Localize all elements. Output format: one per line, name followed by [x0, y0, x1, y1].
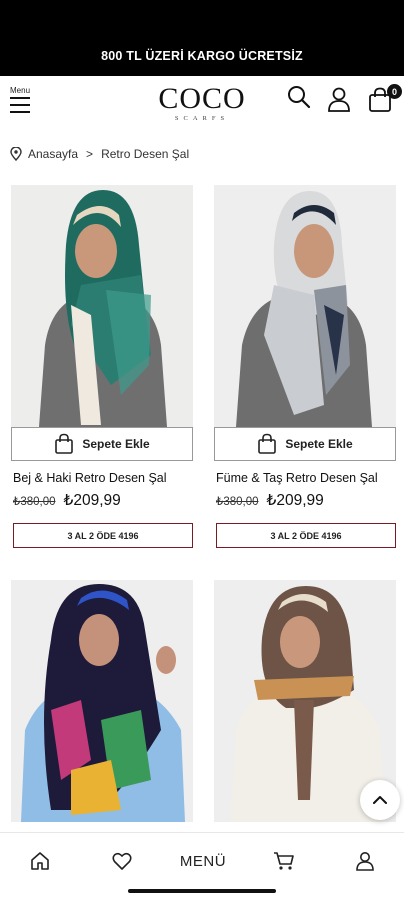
bag-icon: [55, 433, 74, 454]
breadcrumb: Anasayfa > Retro Desen Şal: [10, 147, 189, 161]
product-image[interactable]: [214, 185, 396, 427]
home-icon: [31, 852, 49, 870]
product-image[interactable]: [11, 580, 193, 822]
announcement-bar: 800 TL ÜZERİ KARGO ÜCRETSİZ: [0, 0, 404, 76]
location-pin-icon: [10, 147, 22, 161]
sale-price: ₺209,99: [63, 492, 121, 509]
hamburger-icon: [10, 97, 34, 113]
logo-sub: SCARFS: [174, 115, 230, 122]
nav-menu[interactable]: MENÜ: [176, 849, 230, 873]
breadcrumb-home[interactable]: Anasayfa: [28, 147, 78, 161]
product-prices: ₺380,00 ₺209,99: [13, 491, 121, 510]
nav-cart[interactable]: [272, 849, 296, 873]
promo-badge: 3 AL 2 ÖDE 4196: [13, 523, 193, 548]
nav-account[interactable]: [353, 849, 377, 873]
nav-favorites[interactable]: [110, 849, 134, 873]
announcement-text: 800 TL ÜZERİ KARGO ÜCRETSİZ: [101, 49, 303, 63]
menu-label: Menu: [10, 86, 31, 95]
account-icon: [356, 852, 374, 871]
nav-menu-label: MENÜ: [179, 852, 227, 870]
add-to-cart-button[interactable]: Sepete Ekle: [11, 427, 193, 461]
product-card[interactable]: Sepete Ekle Füme & Taş Retro Desen Şal ₺…: [214, 185, 396, 548]
home-indicator: [128, 889, 276, 893]
promo-badge: 3 AL 2 ÖDE 4196: [216, 523, 396, 548]
user-icon[interactable]: [326, 86, 354, 114]
product-name[interactable]: Bej & Haki Retro Desen Şal: [13, 471, 167, 485]
old-price: ₺380,00: [13, 496, 56, 508]
logo-main: COCO: [158, 82, 246, 115]
scroll-to-top-button[interactable]: [360, 780, 400, 820]
breadcrumb-current[interactable]: Retro Desen Şal: [101, 147, 189, 161]
model-photo: [11, 185, 193, 427]
cart-icon: [274, 852, 294, 870]
brand-logo[interactable]: COCO SCARFS: [150, 82, 254, 123]
nav-home[interactable]: [28, 849, 52, 873]
product-image[interactable]: [11, 185, 193, 427]
search-icon[interactable]: [286, 84, 314, 112]
model-photo: [11, 580, 193, 822]
chevron-up-icon: [373, 796, 387, 804]
site-header: Menu COCO SCARFS 0: [0, 76, 404, 136]
model-photo: [214, 185, 396, 427]
cart-count-badge: 0: [387, 84, 402, 99]
menu-button[interactable]: Menu: [10, 86, 34, 118]
product-card[interactable]: [11, 580, 193, 822]
add-to-cart-label: Sepete Ekle: [82, 437, 150, 451]
breadcrumb-separator: >: [86, 147, 94, 161]
bag-icon: [258, 433, 277, 454]
sale-price: ₺209,99: [266, 492, 324, 509]
product-prices: ₺380,00 ₺209,99: [216, 491, 324, 510]
shopping-bag-icon[interactable]: 0: [368, 84, 402, 115]
old-price: ₺380,00: [216, 496, 259, 508]
add-to-cart-button[interactable]: Sepete Ekle: [214, 427, 396, 461]
product-card[interactable]: Sepete Ekle Bej & Haki Retro Desen Şal ₺…: [11, 185, 193, 548]
product-name[interactable]: Füme & Taş Retro Desen Şal: [216, 471, 378, 485]
add-to-cart-label: Sepete Ekle: [285, 437, 353, 451]
heart-icon: [112, 852, 132, 870]
